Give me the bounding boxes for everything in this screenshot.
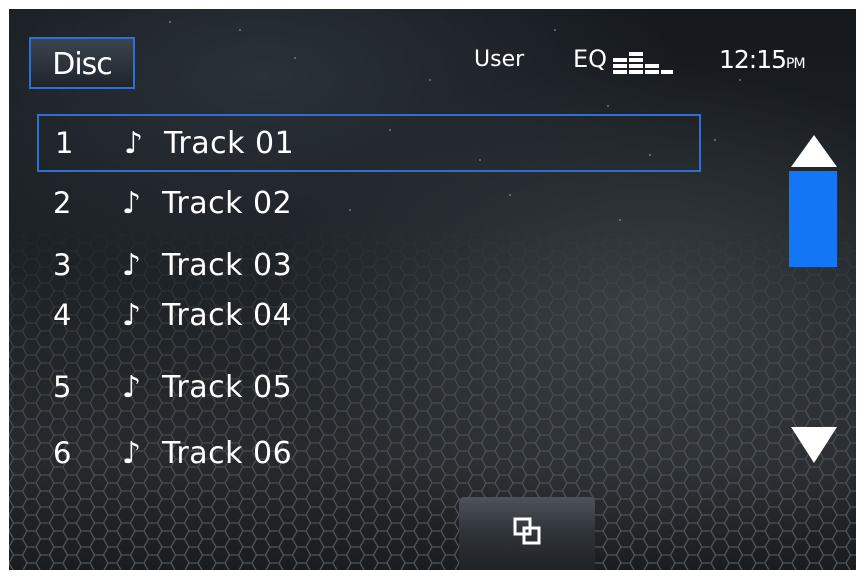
track-number: 6	[53, 436, 72, 470]
music-note-icon: ♪	[122, 186, 142, 221]
clock-ampm: PM	[786, 56, 806, 72]
scrollbar-thumb[interactable]	[789, 171, 837, 267]
track-number: 1	[55, 126, 74, 160]
eq-preset-label: User	[474, 47, 525, 72]
clock-time: 12:15	[719, 45, 787, 74]
music-note-icon: ♪	[122, 298, 142, 333]
browse-button[interactable]	[459, 497, 595, 570]
music-note-icon: ♪	[122, 436, 142, 471]
track-row[interactable]: 3 ♪ Track 03	[37, 236, 701, 292]
track-name: Track 05	[162, 370, 293, 405]
disc-source-button[interactable]: Disc	[29, 37, 135, 89]
music-note-icon: ♪	[124, 126, 144, 161]
track-row[interactable]: 1 ♪ Track 01	[37, 114, 701, 172]
eq-label[interactable]: EQ	[573, 45, 607, 73]
track-name: Track 03	[162, 248, 293, 283]
browse-icon	[513, 517, 541, 545]
track-row[interactable]: 2 ♪ Track 02	[37, 172, 701, 236]
track-name: Track 04	[162, 298, 293, 333]
music-note-icon: ♪	[122, 248, 142, 283]
track-row[interactable]: 6 ♪ Track 06	[37, 422, 701, 480]
track-name: Track 01	[164, 126, 295, 161]
track-name: Track 06	[162, 436, 293, 471]
track-number: 5	[53, 370, 72, 404]
track-list: 1 ♪ Track 01 2 ♪ Track 02 3 ♪ Track 03 4…	[37, 114, 701, 480]
music-note-icon: ♪	[122, 370, 142, 405]
scroll-down-arrow-icon[interactable]	[791, 427, 837, 463]
track-number: 2	[53, 186, 72, 220]
track-number: 3	[53, 248, 72, 282]
equalizer-icon[interactable]	[613, 50, 673, 76]
scroll-up-arrow-icon[interactable]	[791, 135, 837, 167]
track-number: 4	[53, 298, 72, 332]
media-screen: Disc User EQ 12:15PM 1 ♪ Track 01 2 ♪ Tr…	[9, 9, 856, 570]
track-row[interactable]: 4 ♪ Track 04	[37, 292, 701, 358]
track-row[interactable]: 5 ♪ Track 05	[37, 358, 701, 422]
clock: 12:15PM	[719, 45, 806, 74]
track-name: Track 02	[162, 186, 293, 221]
